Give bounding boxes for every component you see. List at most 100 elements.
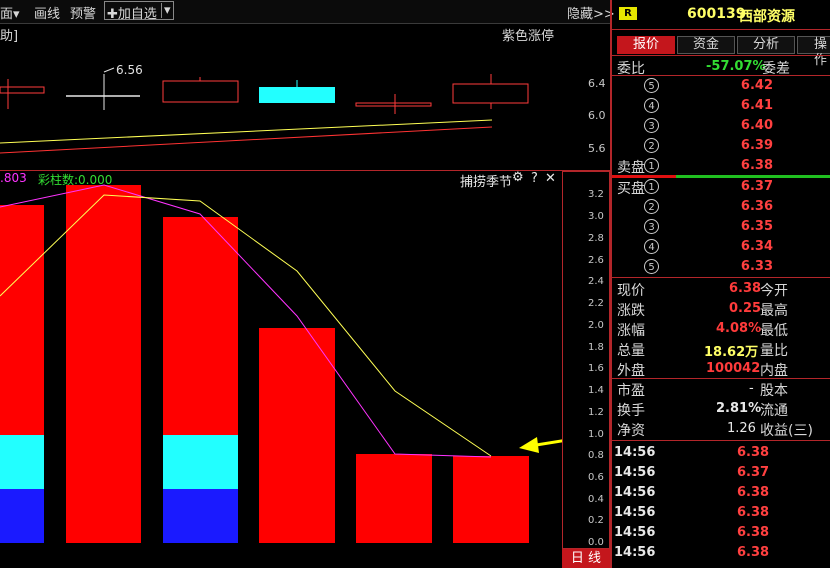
face-menu[interactable]: 面▾ xyxy=(0,3,20,22)
axis-tick: 0.8 xyxy=(588,450,604,461)
nav-label: 净资 xyxy=(617,423,645,439)
eps-label: 收益(三) xyxy=(760,423,813,439)
pct-label: 涨幅 xyxy=(617,323,645,339)
low-label: 最低 xyxy=(760,323,788,339)
axis-tick: 6.0 xyxy=(588,109,606,122)
axis-tick: 1.6 xyxy=(588,363,604,374)
axis-tick: 2.8 xyxy=(588,233,604,244)
divider xyxy=(612,75,830,76)
tab-operation[interactable]: 操作 xyxy=(797,36,830,68)
buy-level-3: 3 xyxy=(644,219,659,234)
high-label: 最高 xyxy=(760,303,788,319)
tick-time: 14:56 xyxy=(614,505,656,520)
vol-value: 18.62万 xyxy=(704,345,759,360)
tick-price: 6.38 xyxy=(737,485,770,500)
buy-level-5: 5 xyxy=(644,259,659,274)
turn-value: 2.81% xyxy=(716,401,762,416)
stock-name: 西部资源 xyxy=(739,9,795,25)
axis-tick: 2.2 xyxy=(588,298,604,309)
vol-label: 总量 xyxy=(617,343,645,359)
tick-time: 14:56 xyxy=(614,485,656,500)
arrow-icon xyxy=(519,437,539,453)
tick-price: 6.38 xyxy=(737,505,770,520)
tab-analysis[interactable]: 分析 xyxy=(737,36,795,54)
kline-svg xyxy=(0,67,529,154)
float-label: 流通 xyxy=(760,403,788,419)
indicator-axis xyxy=(562,171,610,549)
indicator-bar xyxy=(163,435,238,489)
indicator-bar xyxy=(0,489,44,543)
sell-price: 6.38 xyxy=(740,158,773,173)
indicator-bar xyxy=(163,217,238,435)
sell-price: 6.40 xyxy=(740,118,773,133)
divider xyxy=(612,55,830,56)
ratio-value: -57.07% xyxy=(706,59,766,74)
divider xyxy=(676,175,830,178)
pct-value: 4.08% xyxy=(716,321,762,336)
sell-level-2: 2 xyxy=(644,138,659,153)
indicator-bar xyxy=(259,328,335,543)
tick-time: 14:56 xyxy=(614,465,656,480)
buy-level-1: 1 xyxy=(644,179,659,194)
sell-level-1: 1 xyxy=(644,158,659,173)
now-value: 6.38 xyxy=(729,281,762,296)
out-value: 100042 xyxy=(706,361,761,376)
sell-label: 卖盘 xyxy=(617,160,645,176)
in-label: 内盘 xyxy=(760,363,788,379)
sell-price: 6.41 xyxy=(740,98,773,113)
indicator-bar xyxy=(356,454,432,543)
sell-level-3: 3 xyxy=(644,118,659,133)
axis-tick: 3.2 xyxy=(588,189,604,200)
sell-level-4: 4 xyxy=(644,98,659,113)
axis-tick: 0.0 xyxy=(588,537,604,548)
axis-tick: 6.4 xyxy=(588,77,606,90)
chg-label: 涨跌 xyxy=(617,303,645,319)
buy-price: 6.33 xyxy=(740,259,773,274)
divider xyxy=(612,29,830,30)
axis-tick: 1.4 xyxy=(588,385,604,396)
sell-price: 6.42 xyxy=(740,78,773,93)
tab-funds[interactable]: 资金 xyxy=(677,36,735,54)
buy-level-4: 4 xyxy=(644,239,659,254)
indicator-bar xyxy=(453,456,529,543)
now-label: 现价 xyxy=(617,283,645,299)
out-label: 外盘 xyxy=(617,363,645,379)
pe-label: 市盈 xyxy=(617,383,645,399)
tick-price: 6.38 xyxy=(737,545,770,560)
price-axis: 6.4 6.0 5.6 xyxy=(563,24,610,170)
divider xyxy=(612,378,830,379)
divider xyxy=(612,440,830,441)
nav-value: 1.26 xyxy=(727,421,756,436)
indicator-bar xyxy=(0,435,44,489)
add-watchlist-box[interactable]: ✚加自选 ▾ xyxy=(104,1,174,22)
stock-badge: R xyxy=(619,7,637,20)
buy-price: 6.34 xyxy=(740,239,773,254)
axis-tick: 2.6 xyxy=(588,255,604,266)
buy-level-2: 2 xyxy=(644,199,659,214)
buy-price: 6.35 xyxy=(740,219,773,234)
pe-value: - xyxy=(749,381,754,396)
tick-price: 6.38 xyxy=(737,525,770,540)
axis-tick: 1.8 xyxy=(588,342,604,353)
alert-button[interactable]: 预警 xyxy=(70,3,96,22)
tick-time: 14:56 xyxy=(614,445,656,460)
period-tab[interactable]: 日 线 xyxy=(562,549,610,568)
sell-level-5: 5 xyxy=(644,78,659,93)
indicator-bar xyxy=(163,489,238,543)
draw-line-button[interactable]: 画线 xyxy=(34,3,60,22)
stock-code: 600139 xyxy=(687,6,746,22)
open-label: 今开 xyxy=(760,283,788,299)
hide-panel-button[interactable]: 隐藏>> xyxy=(567,3,615,22)
chevron-down-icon[interactable]: ▾ xyxy=(161,3,171,18)
tab-quote[interactable]: 报价 xyxy=(617,36,675,54)
axis-tick: 1.0 xyxy=(588,429,604,440)
indicator-panel: .803 彩柱数:0.000 捕捞季节 ⚙ ? ✕ xyxy=(0,170,562,546)
indicator-bar xyxy=(0,205,44,435)
axis-tick: 5.6 xyxy=(588,142,606,155)
sell-price: 6.39 xyxy=(740,138,773,153)
buy-price: 6.37 xyxy=(740,179,773,194)
axis-tick: 2.0 xyxy=(588,320,604,331)
axis-tick: 0.2 xyxy=(588,515,604,526)
kline-panel: 助] 紫色涨停 6.56 xyxy=(0,24,562,170)
add-watchlist-button[interactable]: ✚加自选 xyxy=(107,3,157,22)
